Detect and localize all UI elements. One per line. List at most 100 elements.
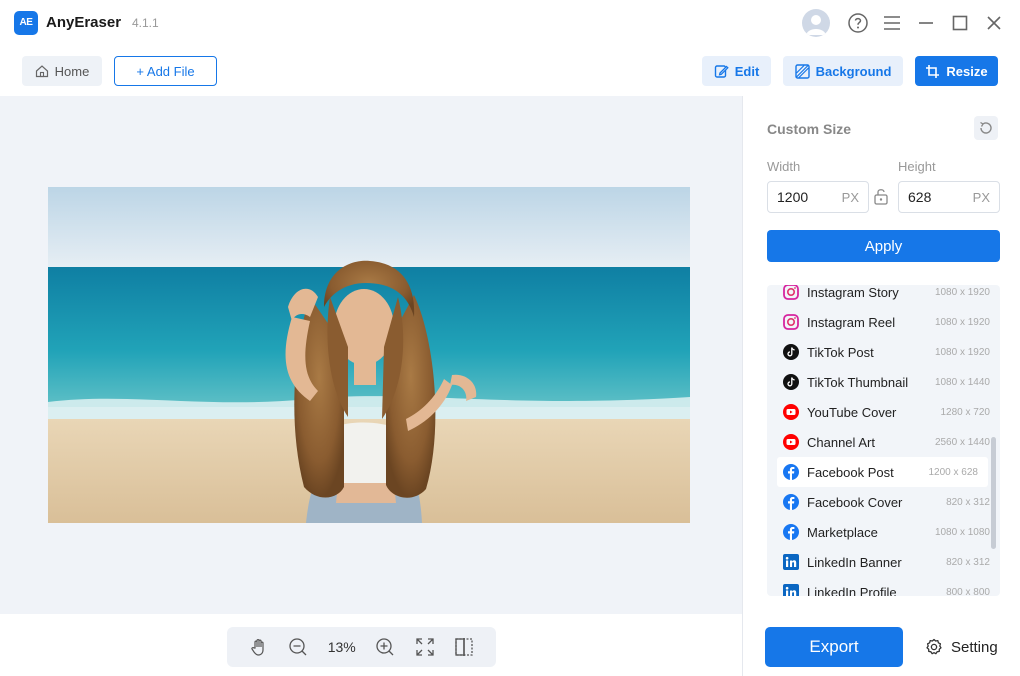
panel-title: Custom Size	[767, 121, 852, 137]
preset-size: 1080 x 1080	[934, 526, 990, 538]
hand-pan-icon[interactable]	[246, 634, 272, 660]
crop-icon	[926, 64, 940, 78]
width-input[interactable]: 1200 PX	[767, 181, 869, 213]
preset-size: 820 x 312	[946, 496, 990, 508]
edit-icon	[714, 64, 729, 78]
height-input[interactable]: 628 PX	[898, 181, 1000, 213]
preset-linkedin-banner[interactable]: LinkedIn Banner 820 x 312	[767, 547, 1000, 577]
preset-facebook-post[interactable]: Facebook Post 1200 x 628	[777, 457, 988, 487]
resize-label: Resize	[946, 63, 988, 79]
preset-facebook-cover[interactable]: Facebook Cover 820 x 312	[767, 487, 1000, 517]
width-value: 1200	[777, 189, 809, 205]
app-name: AnyEraser	[46, 14, 122, 31]
tiktok-icon	[783, 344, 799, 360]
home-icon	[35, 65, 48, 78]
edit-label: Edit	[734, 63, 760, 79]
zoom-bar: 13%	[0, 614, 742, 676]
app-logo-icon: AE	[14, 11, 38, 35]
image-canvas[interactable]	[0, 96, 742, 614]
height-label: Height	[898, 159, 936, 174]
compare-icon[interactable]	[451, 634, 477, 660]
unlock-icon[interactable]	[872, 187, 890, 205]
preset-name: Marketplace	[807, 524, 878, 540]
export-label: Export	[809, 637, 859, 656]
youtube-icon	[783, 434, 799, 450]
add-file-label: + Add File	[136, 63, 195, 79]
title-bar: AE AnyEraser 4.1.1	[0, 0, 1020, 46]
app-version: 4.1.1	[132, 16, 159, 30]
height-unit: PX	[972, 189, 990, 205]
preset-size: 1280 x 720	[940, 406, 991, 418]
preset-youtube-cover[interactable]: YouTube Cover 1280 x 720	[767, 397, 1000, 427]
gear-icon	[926, 638, 942, 655]
preset-tiktok-thumbnail[interactable]: TikTok Thumbnail 1080 x 1440	[767, 367, 1000, 397]
facebook-icon	[783, 524, 799, 540]
preset-size: 1080 x 1920	[934, 286, 990, 298]
facebook-icon	[783, 494, 799, 510]
preset-channel-art[interactable]: Channel Art 2560 x 1440	[767, 427, 1000, 457]
preset-name: TikTok Thumbnail	[807, 374, 909, 390]
add-file-button[interactable]: + Add File	[114, 56, 217, 86]
youtube-icon	[783, 404, 799, 420]
facebook-icon	[783, 464, 799, 480]
edit-tab[interactable]: Edit	[702, 56, 771, 86]
preset-linkedin-profile[interactable]: LinkedIn Profile 800 x 800	[767, 577, 1000, 596]
width-label: Width	[767, 159, 801, 174]
apply-button[interactable]: Apply	[767, 230, 1000, 262]
preset-name: Instagram Story	[807, 285, 899, 300]
minimize-icon[interactable]	[912, 9, 940, 37]
preset-size: 2560 x 1440	[934, 436, 990, 448]
apply-label: Apply	[864, 237, 903, 255]
zoom-controls: 13%	[227, 627, 496, 667]
zoom-in-icon[interactable]	[372, 634, 398, 660]
preset-instagram-reel[interactable]: Instagram Reel 1080 x 1920	[767, 307, 1000, 337]
maximize-icon[interactable]	[946, 9, 974, 37]
home-button[interactable]: Home	[22, 56, 102, 86]
linkedin-icon	[783, 554, 799, 570]
preset-size: 1080 x 1920	[934, 316, 990, 328]
menu-icon[interactable]	[878, 9, 906, 37]
preset-scrollbar[interactable]	[991, 437, 996, 549]
preview-image[interactable]	[48, 187, 690, 523]
preset-name: Instagram Reel	[807, 314, 896, 330]
preset-list[interactable]: Instagram Story 1080 x 1920 Instagram Re…	[767, 285, 1000, 596]
background-icon	[794, 63, 810, 79]
instagram-icon	[783, 285, 799, 300]
width-unit: PX	[841, 189, 859, 205]
linkedin-icon	[783, 584, 799, 596]
preset-size: 820 x 312	[946, 556, 990, 568]
toolbar: Home + Add File Edit Background Resize	[0, 46, 1020, 96]
close-icon[interactable]	[980, 9, 1008, 37]
instagram-icon	[783, 314, 799, 330]
resize-tab[interactable]: Resize	[915, 56, 998, 86]
preset-size: 1080 x 1920	[934, 346, 990, 358]
tiktok-icon	[783, 374, 799, 390]
preset-size: 800 x 800	[946, 586, 990, 597]
preset-name: Facebook Post	[807, 464, 894, 480]
home-label: Home	[54, 63, 90, 79]
reset-icon[interactable]	[974, 116, 998, 140]
background-label: Background	[815, 63, 892, 79]
preset-name: LinkedIn Profile	[807, 584, 897, 597]
preset-size: 1080 x 1440	[934, 376, 990, 388]
preset-name: LinkedIn Banner	[807, 554, 902, 570]
user-avatar-icon[interactable]	[802, 9, 830, 37]
preset-instagram-story[interactable]: Instagram Story 1080 x 1920	[767, 285, 1000, 307]
setting-label: Setting	[951, 638, 998, 656]
zoom-out-icon[interactable]	[285, 634, 311, 660]
zoom-level: 13%	[327, 639, 356, 655]
export-button[interactable]: Export	[765, 627, 903, 667]
preset-name: Channel Art	[807, 434, 875, 450]
preset-name: TikTok Post	[807, 344, 874, 360]
resize-panel: Custom Size Width Height 1200 PX 628 PX …	[742, 96, 1020, 676]
height-value: 628	[908, 189, 932, 205]
help-icon[interactable]	[844, 9, 872, 37]
preset-tiktok-post[interactable]: TikTok Post 1080 x 1920	[767, 337, 1000, 367]
fit-screen-icon[interactable]	[412, 634, 438, 660]
preset-marketplace[interactable]: Marketplace 1080 x 1080	[767, 517, 1000, 547]
setting-button[interactable]: Setting	[925, 637, 998, 657]
app-window: AE AnyEraser 4.1.1 Home + Add File Edit …	[0, 0, 1020, 676]
background-tab[interactable]: Background	[783, 56, 903, 86]
preset-size: 1200 x 628	[928, 466, 979, 478]
preset-name: YouTube Cover	[807, 404, 897, 420]
